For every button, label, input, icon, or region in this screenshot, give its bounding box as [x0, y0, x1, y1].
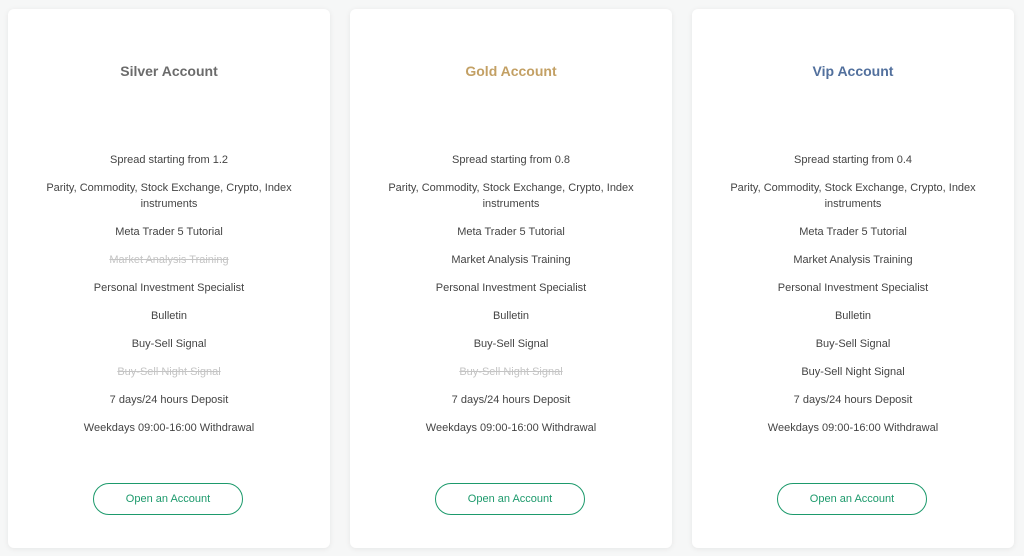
feature-item: Spread starting from 0.4	[793, 154, 912, 166]
account-card-vip: Vip Account Spread starting from 0.4 Par…	[692, 9, 1014, 548]
feature-item: Parity, Commodity, Stock Exchange, Crypt…	[388, 182, 634, 210]
feature-item: 7 days/24 hours Deposit	[793, 394, 913, 406]
open-account-button[interactable]: Open an Account	[777, 483, 927, 515]
feature-item: Personal Investment Specialist	[435, 282, 587, 294]
feature-item: Spread starting from 1.2	[109, 154, 228, 166]
feature-item: Meta Trader 5 Tutorial	[457, 226, 565, 238]
feature-item: Bulletin	[492, 310, 530, 322]
open-account-button[interactable]: Open an Account	[93, 483, 243, 515]
feature-item: Market Analysis Training	[793, 254, 913, 266]
feature-item: Buy-Sell Night Signal	[117, 366, 221, 378]
feature-item: Bulletin	[150, 310, 188, 322]
feature-item: Buy-Sell Signal	[815, 338, 891, 350]
account-card-silver: Silver Account Spread starting from 1.2 …	[8, 9, 330, 548]
feature-item: 7 days/24 hours Deposit	[451, 394, 571, 406]
feature-item: Parity, Commodity, Stock Exchange, Crypt…	[46, 182, 292, 210]
feature-item: Personal Investment Specialist	[777, 282, 929, 294]
feature-item: Bulletin	[834, 310, 872, 322]
feature-item: Personal Investment Specialist	[93, 282, 245, 294]
feature-item: Weekdays 09:00-16:00 Withdrawal	[767, 422, 939, 434]
account-card-gold: Gold Account Spread starting from 0.8 Pa…	[350, 9, 672, 548]
card-title: Silver Account	[120, 63, 218, 79]
card-title: Vip Account	[812, 63, 894, 79]
feature-item: Parity, Commodity, Stock Exchange, Crypt…	[730, 182, 976, 210]
feature-item: Meta Trader 5 Tutorial	[799, 226, 907, 238]
feature-item: Market Analysis Training	[109, 254, 229, 266]
open-account-button[interactable]: Open an Account	[435, 483, 585, 515]
feature-item: Buy-Sell Night Signal	[801, 366, 905, 378]
feature-item: Buy-Sell Signal	[473, 338, 549, 350]
feature-item: 7 days/24 hours Deposit	[109, 394, 229, 406]
card-title: Gold Account	[465, 63, 557, 79]
feature-item: Buy-Sell Night Signal	[459, 366, 563, 378]
feature-item: Weekdays 09:00-16:00 Withdrawal	[425, 422, 597, 434]
feature-item: Market Analysis Training	[451, 254, 571, 266]
feature-item: Spread starting from 0.8	[451, 154, 570, 166]
feature-item: Buy-Sell Signal	[131, 338, 207, 350]
feature-item: Weekdays 09:00-16:00 Withdrawal	[83, 422, 255, 434]
feature-item: Meta Trader 5 Tutorial	[115, 226, 223, 238]
